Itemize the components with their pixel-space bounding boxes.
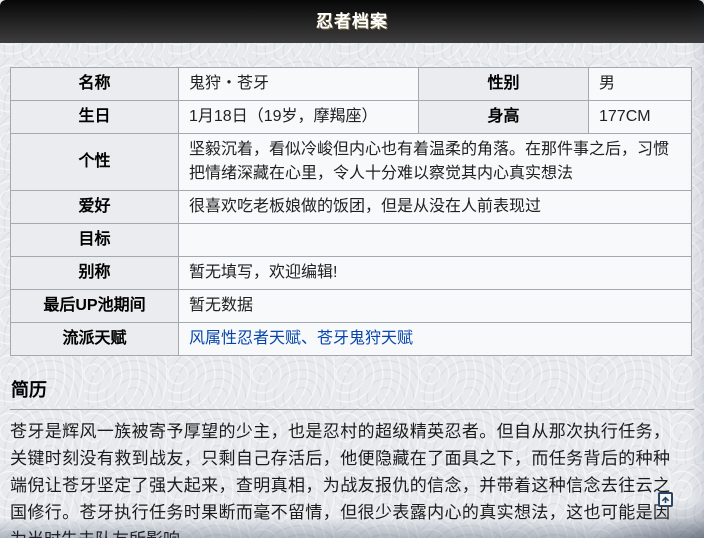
profile-header-bar: 忍者档案: [0, 0, 704, 43]
table-row: 最后UP池期间 暂无数据: [11, 290, 692, 323]
field-label-gender: 性别: [419, 68, 589, 101]
table-row: 流派天赋 风属性忍者天赋、苍牙鬼狩天赋: [11, 323, 692, 356]
profile-table: 名称 鬼狩・苍牙 性别 男 生日 1月18日（19岁，摩羯座） 身高 177CM…: [10, 67, 692, 356]
field-value-personality: 坚毅沉着，看似冷峻但内心也有着温柔的角落。在那件事之后，习惯把情绪深藏在心里，令…: [179, 134, 692, 191]
talent-link-souga-onikari[interactable]: 苍牙鬼狩天赋: [317, 330, 413, 347]
talent-link-wind-attribute[interactable]: 风属性忍者天赋: [189, 330, 301, 347]
field-label-personality: 个性: [11, 134, 179, 191]
field-value-alias: 暂无填写，欢迎编辑!: [179, 257, 692, 290]
field-value-school-talent: 风属性忍者天赋、苍牙鬼狩天赋: [179, 323, 692, 356]
table-row: 个性 坚毅沉着，看似冷峻但内心也有着温柔的角落。在那件事之后，习惯把情绪深藏在心…: [11, 134, 692, 191]
field-value-birthday: 1月18日（19岁，摩羯座）: [179, 101, 419, 134]
table-row: 生日 1月18日（19岁，摩羯座） 身高 177CM: [11, 101, 692, 134]
arrow-up-icon: [661, 495, 670, 504]
field-value-height: 177CM: [589, 101, 692, 134]
field-label-last-up-pool: 最后UP池期间: [11, 290, 179, 323]
field-value-gender: 男: [589, 68, 692, 101]
field-value-goal: [179, 224, 692, 257]
field-value-last-up-pool: 暂无数据: [179, 290, 692, 323]
bio-paragraph: 苍牙是辉风一族被寄予厚望的少主，也是忍村的超级精英忍者。但自从那次执行任务，关键…: [10, 418, 670, 538]
link-separator: 、: [301, 330, 317, 347]
field-value-name: 鬼狩・苍牙: [179, 68, 419, 101]
table-row: 目标: [11, 224, 692, 257]
wiki-page: 忍者档案 名称 鬼狩・苍牙 性别 男 生日 1月18日（19岁，摩羯座） 身高 …: [0, 0, 704, 538]
field-label-hobby: 爱好: [11, 191, 179, 224]
field-label-birthday: 生日: [11, 101, 179, 134]
table-row: 名称 鬼狩・苍牙 性别 男: [11, 68, 692, 101]
table-row: 爱好 很喜欢吃老板娘做的饭团，但是从没在人前表现过: [11, 191, 692, 224]
field-label-goal: 目标: [11, 224, 179, 257]
table-row: 别称 暂无填写，欢迎编辑!: [11, 257, 692, 290]
profile-header-title: 忍者档案: [316, 12, 388, 31]
content-area: 名称 鬼狩・苍牙 性别 男 生日 1月18日（19岁，摩羯座） 身高 177CM…: [0, 43, 704, 538]
bio-section-heading: 简历: [10, 376, 694, 410]
field-label-school-talent: 流派天赋: [11, 323, 179, 356]
field-label-name: 名称: [11, 68, 179, 101]
field-label-alias: 别称: [11, 257, 179, 290]
field-value-hobby: 很喜欢吃老板娘做的饭团，但是从没在人前表现过: [179, 191, 692, 224]
back-to-top-button[interactable]: [658, 492, 673, 507]
field-label-height: 身高: [419, 101, 589, 134]
